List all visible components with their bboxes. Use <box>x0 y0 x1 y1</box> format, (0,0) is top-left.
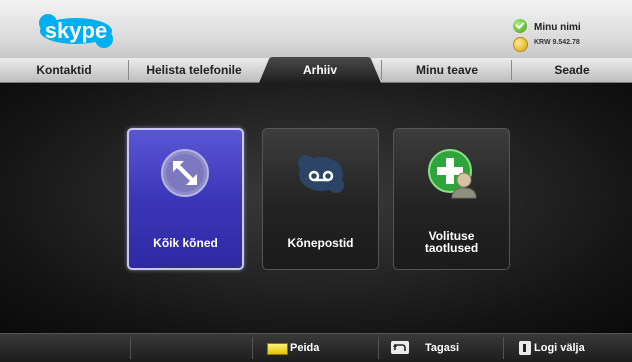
authorization-requests-tile[interactable]: Volituse taotlused <box>393 128 510 270</box>
logout-icon <box>519 341 531 355</box>
tile-label-line2: taotlused <box>424 241 479 255</box>
hide-label: Peida <box>290 342 320 354</box>
bottom-separator <box>130 337 131 359</box>
tab-minu-teave[interactable]: Minu teave <box>382 58 512 82</box>
credit-coin-icon <box>513 37 528 52</box>
tab-arhiiv[interactable]: Arhiiv <box>259 58 381 82</box>
yellow-key-icon <box>267 343 288 355</box>
hide-button[interactable]: Peida <box>267 334 347 362</box>
back-label: Tagasi <box>425 342 460 354</box>
user-info: Minu nimi KRW 9.542.78 <box>508 18 628 54</box>
all-calls-tile[interactable]: Kõik kõned <box>127 128 244 270</box>
logout-button[interactable]: Logi välja <box>519 334 619 362</box>
tile-label: Kõik kõned <box>153 236 218 250</box>
skype-logo: skype <box>39 14 113 48</box>
add-contact-icon <box>428 149 477 199</box>
main-area: Kõik kõned Kõnepostid Volituse taotlused <box>0 83 632 333</box>
bottom-bar: Peida Tagasi Logi välja <box>0 333 632 362</box>
tab-kontaktid[interactable]: Kontaktid <box>0 58 128 82</box>
user-name: Minu nimi <box>534 22 581 33</box>
online-status-icon <box>513 19 527 33</box>
tab-seade[interactable]: Seade <box>512 58 632 82</box>
tab-helista-telefonile[interactable]: Helista telefonile <box>129 58 259 82</box>
voicemail-icon <box>298 155 344 193</box>
header: skype Minu nimi KRW 9.542.78 <box>0 0 632 58</box>
bottom-separator <box>378 337 379 359</box>
bottom-separator <box>503 337 504 359</box>
voicemail-tile[interactable]: Kõnepostid <box>262 128 379 270</box>
svg-text:skype: skype <box>45 18 107 43</box>
logout-label: Logi välja <box>534 342 585 354</box>
expand-arrows-icon <box>161 149 209 197</box>
tile-label: Kõnepostid <box>287 236 354 250</box>
bottom-separator <box>252 337 253 359</box>
user-credit: KRW 9.542.78 <box>534 39 580 46</box>
back-button[interactable]: Tagasi <box>391 334 491 362</box>
back-icon <box>391 341 409 354</box>
